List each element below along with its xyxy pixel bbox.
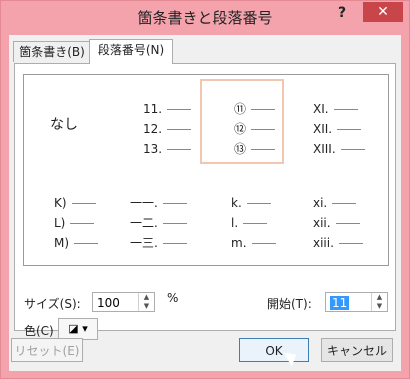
list-item-label: XIII. [313, 142, 336, 156]
size-value[interactable]: 100 [97, 296, 120, 310]
list-item: xi. [313, 193, 363, 213]
list-item-label: ⑬ [234, 142, 247, 156]
list-item: ⑪ [234, 99, 276, 119]
cancel-button[interactable]: キャンセル [321, 338, 393, 362]
list-item: l. [231, 213, 276, 233]
list-item: 一一. [130, 193, 187, 213]
list-item: L) [54, 213, 98, 233]
list-item: K) [54, 193, 98, 213]
list-item-label: XII. [313, 122, 333, 136]
list-item-label: k. [231, 196, 242, 210]
list-item-label: 11. [143, 102, 163, 116]
list-item: 一三. [130, 233, 187, 253]
numbering-option-arabic[interactable]: 11. 12. 13. [143, 99, 192, 159]
list-item-label: l. [231, 216, 239, 230]
numbering-gallery: なし 11. 12. 13. ⑪ ⑫ ⑬ XI. XII. XIII. K) L… [23, 74, 389, 266]
size-spin-buttons[interactable]: ▲ ▼ [138, 293, 154, 311]
list-item-label: 一三. [130, 236, 158, 250]
close-button[interactable]: ✕ [363, 2, 403, 22]
numbering-option-kanji[interactable]: 一一. 一二. 一三. [130, 193, 187, 253]
tab-numbering[interactable]: 段落番号(N) [89, 39, 173, 64]
reset-button[interactable]: リセット(E) [11, 338, 83, 362]
paint-bucket-icon: ◪ [68, 322, 79, 335]
spin-down-icon: ▼ [143, 302, 150, 310]
color-picker-button[interactable]: ◪ ▾ [58, 318, 98, 340]
list-item-label: 一二. [130, 216, 158, 230]
list-item-label: 13. [143, 142, 163, 156]
title-bar: 箇条書きと段落番号 ? ✕ [1, 1, 409, 35]
list-item-label: ⑫ [234, 122, 247, 136]
list-item-label: 12. [143, 122, 163, 136]
bullets-numbering-dialog: 箇条書きと段落番号 ? ✕ 箇条書き(B) 段落番号(N) なし 11. 12.… [0, 0, 410, 379]
list-item: M) [54, 233, 99, 253]
list-item-label: m. [231, 236, 247, 250]
list-item: xii. [313, 213, 363, 233]
start-value[interactable]: 11 [330, 296, 350, 310]
dialog-body: 箇条書き(B) 段落番号(N) なし 11. 12. 13. ⑪ ⑫ ⑬ XI. [9, 35, 401, 371]
list-item: k. [231, 193, 276, 213]
list-item: XII. [313, 119, 365, 139]
spin-up-icon: ▲ [143, 293, 150, 301]
numbering-option-roman-upper[interactable]: XI. XII. XIII. [313, 99, 365, 159]
size-unit: % [167, 291, 179, 305]
list-item-label: XI. [313, 102, 329, 116]
color-label: 色(C) [24, 324, 54, 338]
list-item-label: K) [54, 196, 67, 210]
list-item: XI. [313, 99, 365, 119]
chevron-down-icon: ▾ [82, 322, 88, 335]
list-item: ⑫ [234, 119, 276, 139]
list-item: ⑬ [234, 139, 276, 159]
list-item-label: xiii. [313, 236, 334, 250]
numbering-option-roman-lower[interactable]: xi. xii. xiii. [313, 193, 363, 253]
spin-up-icon: ▲ [376, 293, 383, 301]
numbering-panel: なし 11. 12. 13. ⑪ ⑫ ⑬ XI. XII. XIII. K) L… [14, 63, 396, 340]
list-item-label: xii. [313, 216, 331, 230]
list-item-label: 一一. [130, 196, 158, 210]
tab-bullets[interactable]: 箇条書き(B) [13, 41, 91, 62]
start-spinner[interactable]: 11 ▲ ▼ [325, 292, 388, 312]
list-item: 12. [143, 119, 192, 139]
start-label: 開始(T): [267, 297, 312, 311]
list-item: 11. [143, 99, 192, 119]
list-item-label: L) [54, 216, 66, 230]
numbering-option-circled[interactable]: ⑪ ⑫ ⑬ [234, 99, 276, 159]
numbering-none[interactable]: なし [50, 114, 78, 134]
dialog-title: 箇条書きと段落番号 [137, 9, 273, 27]
start-spin-buttons[interactable]: ▲ ▼ [371, 293, 387, 311]
help-button[interactable]: ? [338, 5, 346, 21]
list-item: xiii. [313, 233, 363, 253]
numbering-option-alpha-upper[interactable]: K) L) M) [54, 193, 99, 253]
size-label: サイズ(S): [24, 297, 81, 311]
list-item: XIII. [313, 139, 365, 159]
size-spinner[interactable]: 100 ▲ ▼ [92, 292, 155, 312]
list-item-label: ⑪ [234, 102, 247, 116]
list-item-label: M) [54, 236, 70, 250]
list-item: 一二. [130, 213, 187, 233]
spin-down-icon: ▼ [376, 302, 383, 310]
list-item: m. [231, 233, 276, 253]
list-item: 13. [143, 139, 192, 159]
numbering-option-alpha-lower[interactable]: k. l. m. [231, 193, 276, 253]
list-item-label: xi. [313, 196, 328, 210]
